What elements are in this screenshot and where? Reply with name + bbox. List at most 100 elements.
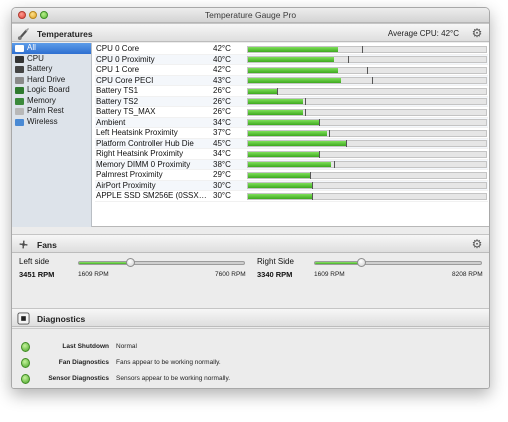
sidebar-item-label: Wireless [27, 116, 58, 126]
sensor-temperature: 37°C [213, 128, 231, 137]
temperature-gauge-bar [247, 161, 487, 168]
right-fan-slider[interactable] [314, 258, 482, 267]
temperatures-title: Temperatures [37, 29, 93, 39]
sidebar-item-palm-rest[interactable]: Palm Rest [12, 106, 91, 117]
diag-value: Normal [116, 343, 137, 350]
sensor-name: Battery TS2 [96, 96, 139, 106]
temperature-max-marker [333, 161, 335, 168]
table-row[interactable]: CPU 0 Proximity 40°C [95, 54, 488, 65]
sensor-temperature: 45°C [213, 138, 231, 148]
temperature-gauge-fill [248, 99, 303, 104]
sensor-temperature: 26°C [213, 86, 231, 95]
table-row[interactable]: Left Heatsink Proximity 37°C [95, 128, 488, 139]
table-row[interactable]: Memory DIMM 0 Proximity 38°C [95, 159, 488, 170]
sidebar-item-hard-drive[interactable]: Hard Drive [12, 75, 91, 86]
battery-icon [15, 66, 24, 73]
right-fan-max: 8208 RPM [452, 271, 483, 278]
temperature-max-marker [345, 140, 347, 147]
sensor-temperature: 43°C [213, 75, 231, 85]
sensor-name: CPU 1 Core [96, 65, 140, 74]
sensor-name: Battery TS1 [96, 86, 139, 95]
sidebar-item-all[interactable]: All [12, 43, 91, 54]
diag-value: Sensors appear to be working normally. [116, 375, 231, 382]
left-fan-rpm: 3451 RPM [19, 270, 55, 279]
temperature-gauge-bar [247, 192, 487, 200]
status-ok-icon [21, 342, 30, 352]
temperature-max-marker [367, 66, 368, 74]
temperature-max-marker [312, 192, 314, 200]
left-fan-slider-knob[interactable] [126, 258, 136, 267]
sensor-name: CPU 0 Core [96, 44, 140, 53]
diag-key: Sensor Diagnostics [48, 375, 109, 382]
left-fan-max: 7600 RPM [215, 271, 246, 278]
sensor-table: CPU 0 Core 42°C CPU 0 Proximity 40°C CPU 1 C… [95, 44, 488, 202]
sensor-temperature: 38°C [213, 159, 231, 169]
temperature-gauge-bar [247, 150, 487, 158]
sidebar-item-cpu[interactable]: CPU [12, 54, 91, 65]
temperature-gauge-fill [248, 120, 320, 125]
table-row[interactable]: Ambient 34°C [95, 117, 488, 128]
temperatures-settings-gear-icon[interactable]: ⚙ [471, 27, 483, 39]
table-row[interactable]: CPU 1 Core 42°C [95, 65, 488, 76]
table-row[interactable]: Palmrest Proximity 29°C [95, 170, 488, 181]
diag-key: Last Shutdown [62, 343, 109, 350]
table-row[interactable]: Right Heatsink Proximity 34°C [95, 149, 488, 160]
sidebar-item-label: Palm Rest [27, 106, 64, 115]
temperature-gauge-bar [247, 108, 487, 116]
diag-key: Fan Diagnostics [58, 359, 109, 366]
temperature-max-marker [276, 87, 278, 95]
sidebar-item-memory[interactable]: Memory [12, 96, 91, 107]
right-fan-slider-knob[interactable] [357, 258, 367, 267]
temperature-gauge-bar [247, 171, 487, 179]
table-row[interactable]: Battery TS2 26°C [95, 96, 488, 107]
sensor-temperature: 26°C [213, 107, 231, 116]
temperature-gauge-bar [247, 87, 487, 95]
left-fan-slider-fill [79, 262, 131, 264]
diagnostics-panel: Last Shutdown Normal Fan Diagnostics Fan… [12, 328, 489, 388]
temperature-max-marker [305, 98, 307, 105]
temperature-gauge-fill [248, 46, 339, 52]
temperature-gauge-fill [248, 57, 334, 62]
table-row[interactable]: CPU Core PECI 43°C [95, 75, 488, 86]
average-cpu-value: 42°C [441, 29, 459, 38]
logic-board-icon [15, 87, 24, 94]
all-icon [15, 45, 24, 52]
average-cpu-readout: Average CPU: 42°C [388, 29, 459, 38]
temperature-gauge-fill [248, 193, 313, 199]
fans-settings-gear-icon[interactable]: ⚙ [471, 238, 483, 250]
fans-panel: Left side 3451 RPM 1609 RPM 7600 RPM Rig… [12, 253, 489, 303]
cpu-icon [15, 55, 24, 63]
temperature-max-marker [319, 119, 321, 126]
sensor-temperature: 34°C [213, 149, 231, 158]
temperature-gauge-fill [248, 141, 346, 146]
sensor-temperature: 29°C [213, 170, 231, 179]
table-row[interactable]: AirPort Proximity 30°C [95, 180, 488, 191]
diag-row-fan-diagnostics: Fan Diagnostics Fans appear to be workin… [12, 357, 489, 371]
sensor-temperature: 34°C [213, 117, 231, 127]
temperature-gauge-bar [247, 119, 487, 126]
temperature-gauge-bar [247, 140, 487, 147]
sidebar-item-battery[interactable]: Battery [12, 64, 91, 75]
temperature-gauge-fill [248, 183, 313, 188]
temperature-max-marker [305, 108, 307, 116]
table-row[interactable]: APPLE SSD SM256E (0SSXYN... 30°C [95, 191, 488, 202]
diag-row-last-shutdown: Last Shutdown Normal [12, 341, 489, 355]
table-row[interactable]: Battery TS_MAX 26°C [95, 107, 488, 118]
temperatures-panel: All CPU Battery Hard Drive Logic Board Memory… [12, 43, 489, 227]
table-row[interactable]: Battery TS1 26°C [95, 86, 488, 97]
app-window: Temperature Gauge Pro Temperatures Avera… [11, 7, 490, 389]
sidebar-item-logic-board[interactable]: Logic Board [12, 85, 91, 96]
window-title: Temperature Gauge Pro [204, 10, 297, 20]
sidebar-item-wireless[interactable]: Wireless [12, 117, 91, 128]
sensor-name: Right Heatsink Proximity [96, 149, 184, 158]
average-cpu-label: Average CPU: [387, 29, 439, 38]
temperature-gauge-bar [247, 182, 487, 189]
left-fan-slider[interactable] [78, 258, 245, 267]
wireless-icon [15, 118, 24, 126]
title-bar: Temperature Gauge Pro [12, 8, 489, 23]
left-fan-label: Left side [19, 257, 50, 266]
table-row[interactable]: CPU 0 Core 42°C [95, 44, 488, 55]
palm-rest-icon [15, 108, 24, 115]
table-row[interactable]: Platform Controller Hub Die 45°C [95, 138, 488, 149]
sidebar-item-label: Memory [27, 95, 56, 105]
